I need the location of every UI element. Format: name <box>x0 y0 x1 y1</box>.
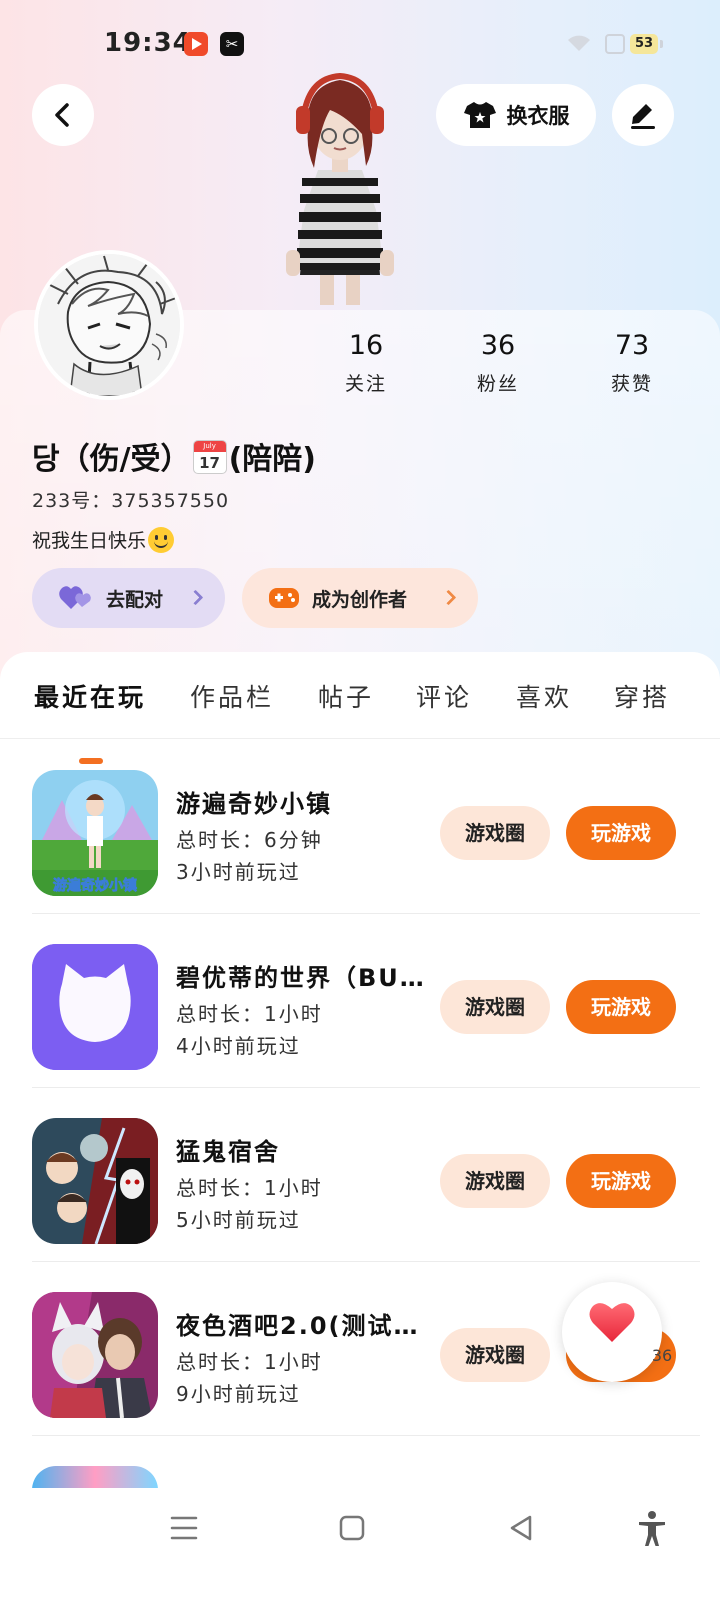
accessibility-icon[interactable] <box>632 1508 672 1548</box>
stat-likes-value: 73 <box>614 330 650 361</box>
game-title: 碧优蒂的世界（BU... <box>176 964 424 992</box>
menu-icon[interactable] <box>164 1508 204 1548</box>
game-duration: 总时长：6分钟 <box>176 828 323 852</box>
tab-works[interactable]: 作品栏 <box>190 678 274 714</box>
game-thumbnail-image: 游遍奇妙小镇 <box>32 770 158 896</box>
tshirt-icon <box>463 102 496 128</box>
battery-icon: 53 <box>630 34 663 54</box>
capcut-icon: ✂ <box>220 32 244 56</box>
become-creator-button[interactable]: 成为创作者 <box>242 568 478 628</box>
stat-following-value: 16 <box>348 330 384 361</box>
tab-recently-played[interactable]: 最近在玩 <box>34 678 146 714</box>
game-last-played: 4小时前玩过 <box>176 1034 301 1058</box>
profile-stats: 16 关注 36 粉丝 73 获赞 <box>300 330 700 410</box>
profile-tabs: 最近在玩 作品栏 帖子 评论 喜欢 穿搭 <box>0 678 720 764</box>
system-nav-bar <box>0 1488 720 1600</box>
avatar[interactable] <box>34 250 184 400</box>
cat-face-icon <box>32 944 158 1070</box>
game-row[interactable]: 碧优蒂的世界（BU... 总时长：1小时 4小时前玩过 游戏圈 玩游戏 <box>0 914 720 1088</box>
game-thumbnail[interactable] <box>32 1292 158 1418</box>
like-count: 36 <box>651 1346 673 1365</box>
bio-text: 祝我生日快乐 <box>32 530 147 552</box>
gamepad-icon <box>269 588 299 608</box>
username: 당（伤/受） July 17 (陪陪) <box>32 434 316 478</box>
change-outfit-button[interactable]: 换衣服 <box>436 84 596 146</box>
video-app-icon <box>184 32 208 56</box>
back-triangle-icon[interactable] <box>502 1508 542 1548</box>
row-divider <box>32 1435 700 1436</box>
game-title: 夜色酒吧2.0(测试版) <box>176 1312 424 1340</box>
game-circle-button[interactable]: 游戏圈 <box>440 1154 550 1208</box>
floating-like-button[interactable]: 36 <box>562 1282 672 1382</box>
avatar-image <box>38 254 180 396</box>
game-circle-button[interactable]: 游戏圈 <box>440 980 550 1034</box>
home-icon[interactable] <box>332 1508 372 1548</box>
back-button[interactable] <box>32 84 94 146</box>
no-sim-icon <box>605 34 625 54</box>
tabs-divider <box>0 738 720 739</box>
svg-text:游遍奇妙小镇: 游遍奇妙小镇 <box>53 877 137 894</box>
game-thumbnail[interactable] <box>32 1118 158 1244</box>
game-last-played: 3小时前玩过 <box>176 860 301 884</box>
stat-following[interactable]: 16 关注 <box>316 330 416 396</box>
game-last-played: 9小时前玩过 <box>176 1382 301 1406</box>
pen-icon <box>631 104 655 129</box>
match-label: 去配对 <box>106 588 164 611</box>
content-panel: 最近在玩 作品栏 帖子 评论 喜欢 穿搭 游遍奇妙小镇 游遍奇妙小镇 总时长：6… <box>0 652 720 1600</box>
stat-followers-label: 粉丝 <box>476 373 519 395</box>
game-duration: 总时长：1小时 <box>176 1002 323 1026</box>
tab-comments[interactable]: 评论 <box>416 678 472 714</box>
game-thumbnail-image <box>32 1292 158 1418</box>
game-duration: 总时长：1小时 <box>176 1350 323 1374</box>
stat-followers[interactable]: 36 粉丝 <box>448 330 548 396</box>
calendar-emoji-icon: July 17 <box>192 440 227 474</box>
user-id: 233号：375357550 <box>32 490 230 512</box>
game-thumbnail[interactable] <box>32 944 158 1070</box>
game-circle-button[interactable]: 游戏圈 <box>440 806 550 860</box>
game-row[interactable]: 游遍奇妙小镇 游遍奇妙小镇 总时长：6分钟 3小时前玩过 游戏圈 玩游戏 <box>0 740 720 914</box>
back-arrow-icon <box>55 103 69 127</box>
play-game-button[interactable]: 玩游戏 <box>566 806 676 860</box>
play-game-button[interactable]: 玩游戏 <box>566 1154 676 1208</box>
game-row[interactable]: 猛鬼宿舍 总时长：1小时 5小时前玩过 游戏圈 玩游戏 <box>0 1088 720 1262</box>
game-title: 猛鬼宿舍 <box>176 1138 280 1166</box>
tab-posts[interactable]: 帖子 <box>318 678 374 714</box>
username-prefix: 당（伤/受） <box>32 442 191 477</box>
game-thumbnail[interactable]: 游遍奇妙小镇 <box>32 770 158 896</box>
heart-icon <box>589 1303 635 1342</box>
tab-likes[interactable]: 喜欢 <box>516 678 572 714</box>
tab-outfits[interactable]: 穿搭 <box>614 678 670 714</box>
avatar-character <box>286 72 394 305</box>
game-title: 游遍奇妙小镇 <box>176 790 332 818</box>
bio: 祝我生日快乐 <box>32 526 175 553</box>
game-last-played: 5小时前玩过 <box>176 1208 301 1232</box>
username-suffix: (陪陪) <box>228 442 316 477</box>
stat-likes[interactable]: 73 获赞 <box>582 330 682 396</box>
stat-following-label: 关注 <box>344 373 387 395</box>
stat-likes-label: 获赞 <box>610 373 653 395</box>
game-duration: 总时长：1小时 <box>176 1176 323 1200</box>
become-creator-label: 成为创作者 <box>312 588 408 611</box>
game-circle-button[interactable]: 游戏圈 <box>440 1328 550 1382</box>
status-time: 19:34 <box>104 28 192 58</box>
status-bar: 19:34 ✂ 53 <box>0 28 720 62</box>
game-thumbnail-image <box>32 1118 158 1244</box>
chevron-right-icon <box>187 589 204 606</box>
play-game-button[interactable]: 玩游戏 <box>566 980 676 1034</box>
match-button[interactable]: 去配对 <box>32 568 225 628</box>
edit-profile-button[interactable] <box>612 84 674 146</box>
wifi-icon <box>568 35 590 51</box>
change-outfit-label: 换衣服 <box>506 104 570 128</box>
chevron-right-icon <box>440 589 457 606</box>
hearts-icon <box>59 586 91 609</box>
stat-followers-value: 36 <box>480 330 516 361</box>
smile-emoji-icon <box>148 527 175 553</box>
